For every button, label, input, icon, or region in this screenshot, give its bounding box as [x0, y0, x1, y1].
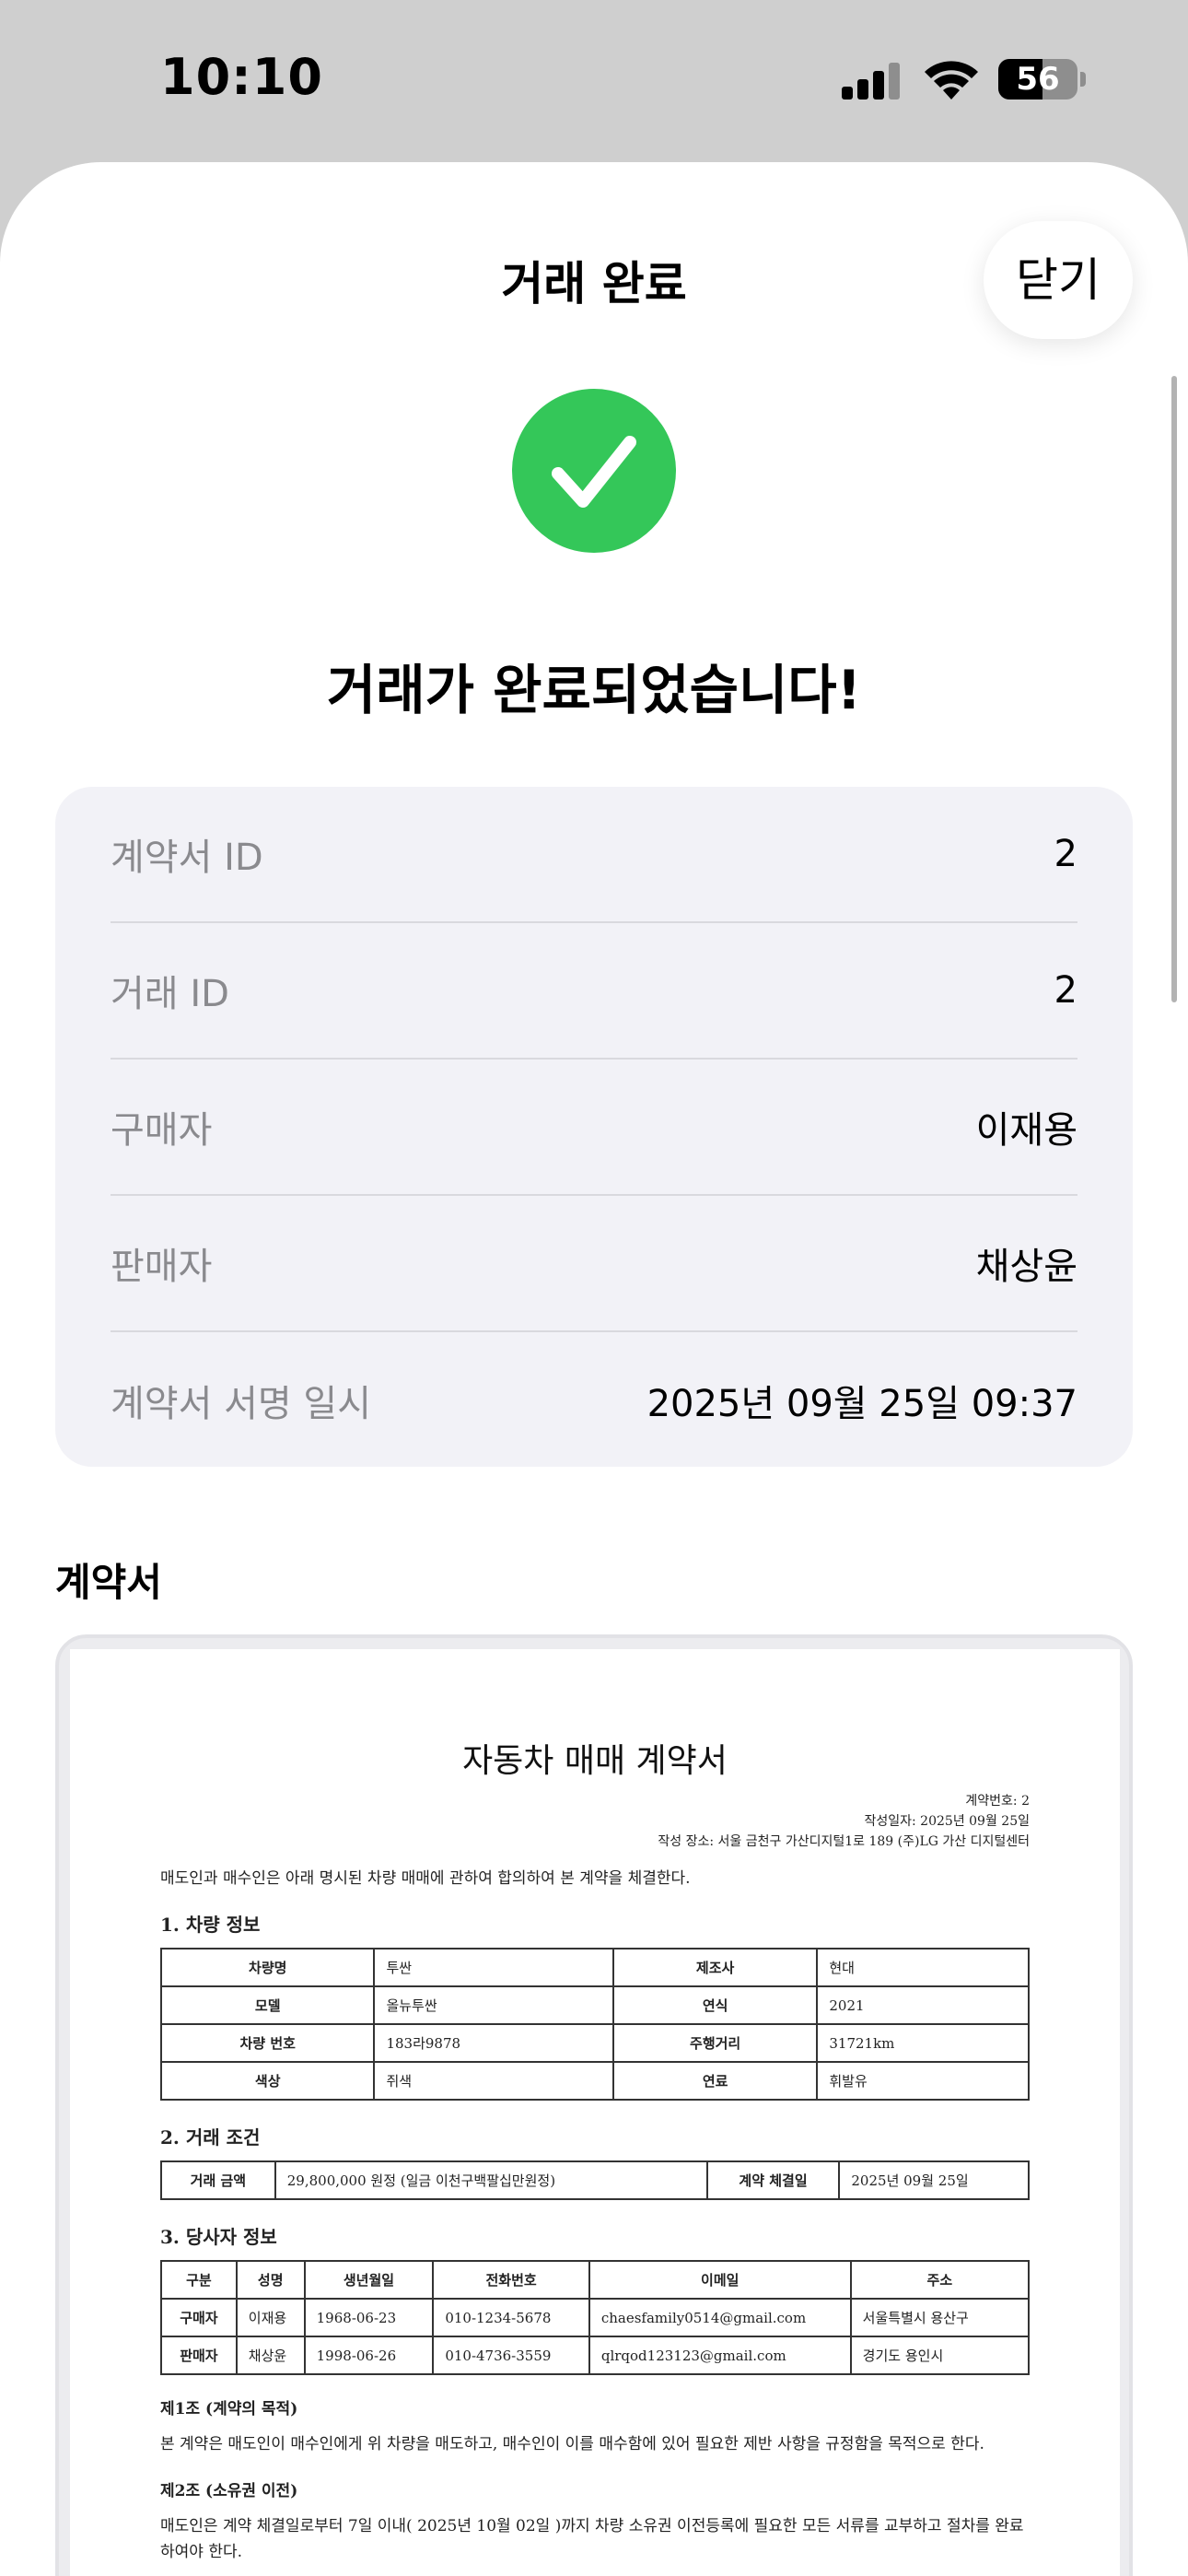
table-cell: qlrqod123123@gmail.com	[588, 2336, 852, 2375]
terms-heading: 2. 거래 조건	[160, 2126, 261, 2149]
info-value: 2	[1054, 833, 1077, 875]
column-header: 전화번호	[432, 2260, 590, 2300]
contract-section-title: 계약서	[55, 1560, 162, 1605]
contract-document-viewer[interactable]: 자동차 매매 계약서 계약번호: 2 작성일자: 2025년 09월 25일 작…	[55, 1634, 1133, 2576]
info-row-transaction-id: 거래 ID 2	[111, 923, 1077, 1060]
table-cell: 투싼	[373, 1948, 614, 1987]
info-row-signed-at: 계약서 서명 일시 2025년 09월 25일 09:37	[111, 1332, 1077, 1469]
info-value: 2	[1054, 969, 1077, 1012]
table-cell: 현대	[816, 1948, 1030, 1987]
table-row: 색상 쥐색 연료 휘발유	[159, 2061, 1030, 2101]
vehicle-info-heading: 1. 차량 정보	[160, 1914, 261, 1936]
info-label: 계약서 ID	[111, 837, 263, 879]
close-button[interactable]: 닫기	[984, 221, 1133, 339]
info-row-contract-id: 계약서 ID 2	[111, 787, 1077, 923]
battery-body: 56	[998, 59, 1077, 100]
table-cell: chaesfamily0514@gmail.com	[588, 2298, 852, 2337]
info-value: 이재용	[975, 1109, 1077, 1152]
table-row: 거래 금액 29,800,000 원정 (일금 이천구백팔십만원정) 계약 체결…	[160, 2160, 1030, 2200]
table-cell: 올뉴투싼	[373, 1985, 614, 2025]
table-row: 차량 번호 183라9878 주행거리 31721km	[159, 2023, 1030, 2063]
column-header: 구분	[160, 2260, 238, 2300]
info-value: 채상윤	[975, 1246, 1077, 1288]
checkmark-circle-icon	[512, 389, 676, 553]
document-intro: 매도인과 매수인은 아래 명시된 차량 매매에 관하여 합의하여 본 계약을 체…	[160, 1869, 691, 1888]
table-cell: 쥐색	[373, 2061, 614, 2101]
battery-percent: 56	[1016, 61, 1060, 98]
article-1-body: 본 계약은 매도인이 매수인에게 위 차량을 매도하고, 매수인이 이를 매수함…	[160, 2435, 984, 2453]
parties-table: 구분 성명 생년월일 전화번호 이메일 주소 구매자 이재용 1968-06-2…	[160, 2260, 1031, 2375]
transaction-info-card: 계약서 ID 2 거래 ID 2 구매자 이재용 판매자 채상윤 계약서 서명 …	[55, 787, 1133, 1467]
column-header: 주소	[849, 2260, 1031, 2300]
status-bar: 10:10 56	[0, 0, 1188, 162]
table-cell: 경기도 용인시	[849, 2336, 1031, 2375]
cellular-signal-icon	[842, 63, 901, 100]
article-2-body: 매도인은 계약 체결일로부터 7일 이내( 2025년 10월 02일 )까지 …	[160, 2517, 1024, 2561]
info-label: 계약서 서명 일시	[111, 1383, 372, 1425]
table-cell: 서울특별시 용산구	[849, 2298, 1031, 2337]
table-cell: 이재용	[235, 2298, 306, 2337]
table-cell: 모델	[159, 1985, 376, 2025]
column-header: 생년월일	[303, 2260, 435, 2300]
info-row-seller: 판매자 채상윤	[111, 1196, 1077, 1332]
table-cell: 차량명	[159, 1948, 376, 1987]
table-row: 차량명 투싼 제조사 현대	[159, 1948, 1030, 1987]
success-message: 거래가 완료되었습니다!	[326, 659, 862, 721]
table-cell: 계약 체결일	[705, 2160, 841, 2200]
table-row: 구매자 이재용 1968-06-23 010-1234-5678 chaesfa…	[160, 2298, 1031, 2337]
table-row: 모델 올뉴투싼 연식 2021	[159, 1985, 1030, 2025]
table-cell: 휘발유	[816, 2061, 1030, 2101]
wifi-icon	[923, 57, 980, 101]
completion-sheet: 거래 완료 닫기 거래가 완료되었습니다! 계약서 ID 2 거래 ID 2 구…	[0, 162, 1188, 2576]
table-cell: 2021	[816, 1985, 1030, 2025]
table-cell: 1968-06-23	[303, 2298, 435, 2337]
signal-bar	[857, 79, 868, 100]
info-label: 구매자	[111, 1109, 213, 1152]
status-time: 10:10	[160, 48, 323, 106]
table-cell: 183라9878	[373, 2023, 614, 2063]
battery-icon: 56	[998, 59, 1087, 100]
table-cell: 판매자	[160, 2336, 238, 2375]
contract-document: 자동차 매매 계약서 계약번호: 2 작성일자: 2025년 09월 25일 작…	[70, 1649, 1120, 2576]
info-value: 2025년 09월 25일 09:37	[646, 1383, 1077, 1425]
table-cell: 2025년 09월 25일	[838, 2160, 1030, 2200]
table-cell: 010-4736-3559	[432, 2336, 590, 2375]
table-cell: 채상윤	[235, 2336, 306, 2375]
column-header: 이메일	[588, 2260, 852, 2300]
parties-heading: 3. 당사자 정보	[160, 2226, 277, 2248]
signal-bar	[873, 71, 884, 100]
battery-cap	[1080, 72, 1086, 87]
table-cell: 연료	[611, 2061, 819, 2101]
table-cell: 거래 금액	[160, 2160, 276, 2200]
info-label: 판매자	[111, 1246, 213, 1288]
table-cell: 연식	[611, 1985, 819, 2025]
signal-bar	[842, 87, 853, 100]
table-cell: 구매자	[160, 2298, 238, 2337]
table-cell: 차량 번호	[159, 2023, 376, 2063]
document-title: 자동차 매매 계약서	[462, 1742, 728, 1780]
article-2-title: 제2조 (소유권 이전)	[160, 2482, 298, 2500]
signal-bar	[889, 63, 900, 100]
info-label: 거래 ID	[111, 973, 229, 1015]
document-meta: 계약번호: 2 작성일자: 2025년 09월 25일 작성 장소: 서울 금천…	[160, 1791, 1030, 1852]
column-header: 성명	[235, 2260, 306, 2300]
info-row-buyer: 구매자 이재용	[111, 1060, 1077, 1196]
table-cell: 제조사	[611, 1948, 819, 1987]
table-cell: 29,800,000 원정 (일금 이천구백팔십만원정)	[274, 2160, 708, 2200]
created-date: 작성일자: 2025년 09월 25일	[864, 1814, 1031, 1829]
table-row: 판매자 채상윤 1998-06-26 010-4736-3559 qlrqod1…	[160, 2336, 1031, 2375]
contract-number: 계약번호: 2	[965, 1794, 1030, 1809]
table-cell: 31721km	[816, 2023, 1030, 2063]
table-cell: 1998-06-26	[303, 2336, 435, 2375]
table-header-row: 구분 성명 생년월일 전화번호 이메일 주소	[160, 2260, 1031, 2300]
vehicle-info-table: 차량명 투싼 제조사 현대 모델 올뉴투싼 연식 2021 차량 번호 183라…	[159, 1948, 1030, 2101]
table-cell: 색상	[159, 2061, 376, 2101]
table-cell: 주행거리	[611, 2023, 819, 2063]
terms-table: 거래 금액 29,800,000 원정 (일금 이천구백팔십만원정) 계약 체결…	[160, 2160, 1030, 2200]
table-cell: 010-1234-5678	[432, 2298, 590, 2337]
article-1-title: 제1조 (계약의 목적)	[160, 2400, 298, 2418]
created-place: 작성 장소: 서울 금천구 가산디지털1로 189 (주)LG 가산 디지털센터	[658, 1834, 1030, 1849]
